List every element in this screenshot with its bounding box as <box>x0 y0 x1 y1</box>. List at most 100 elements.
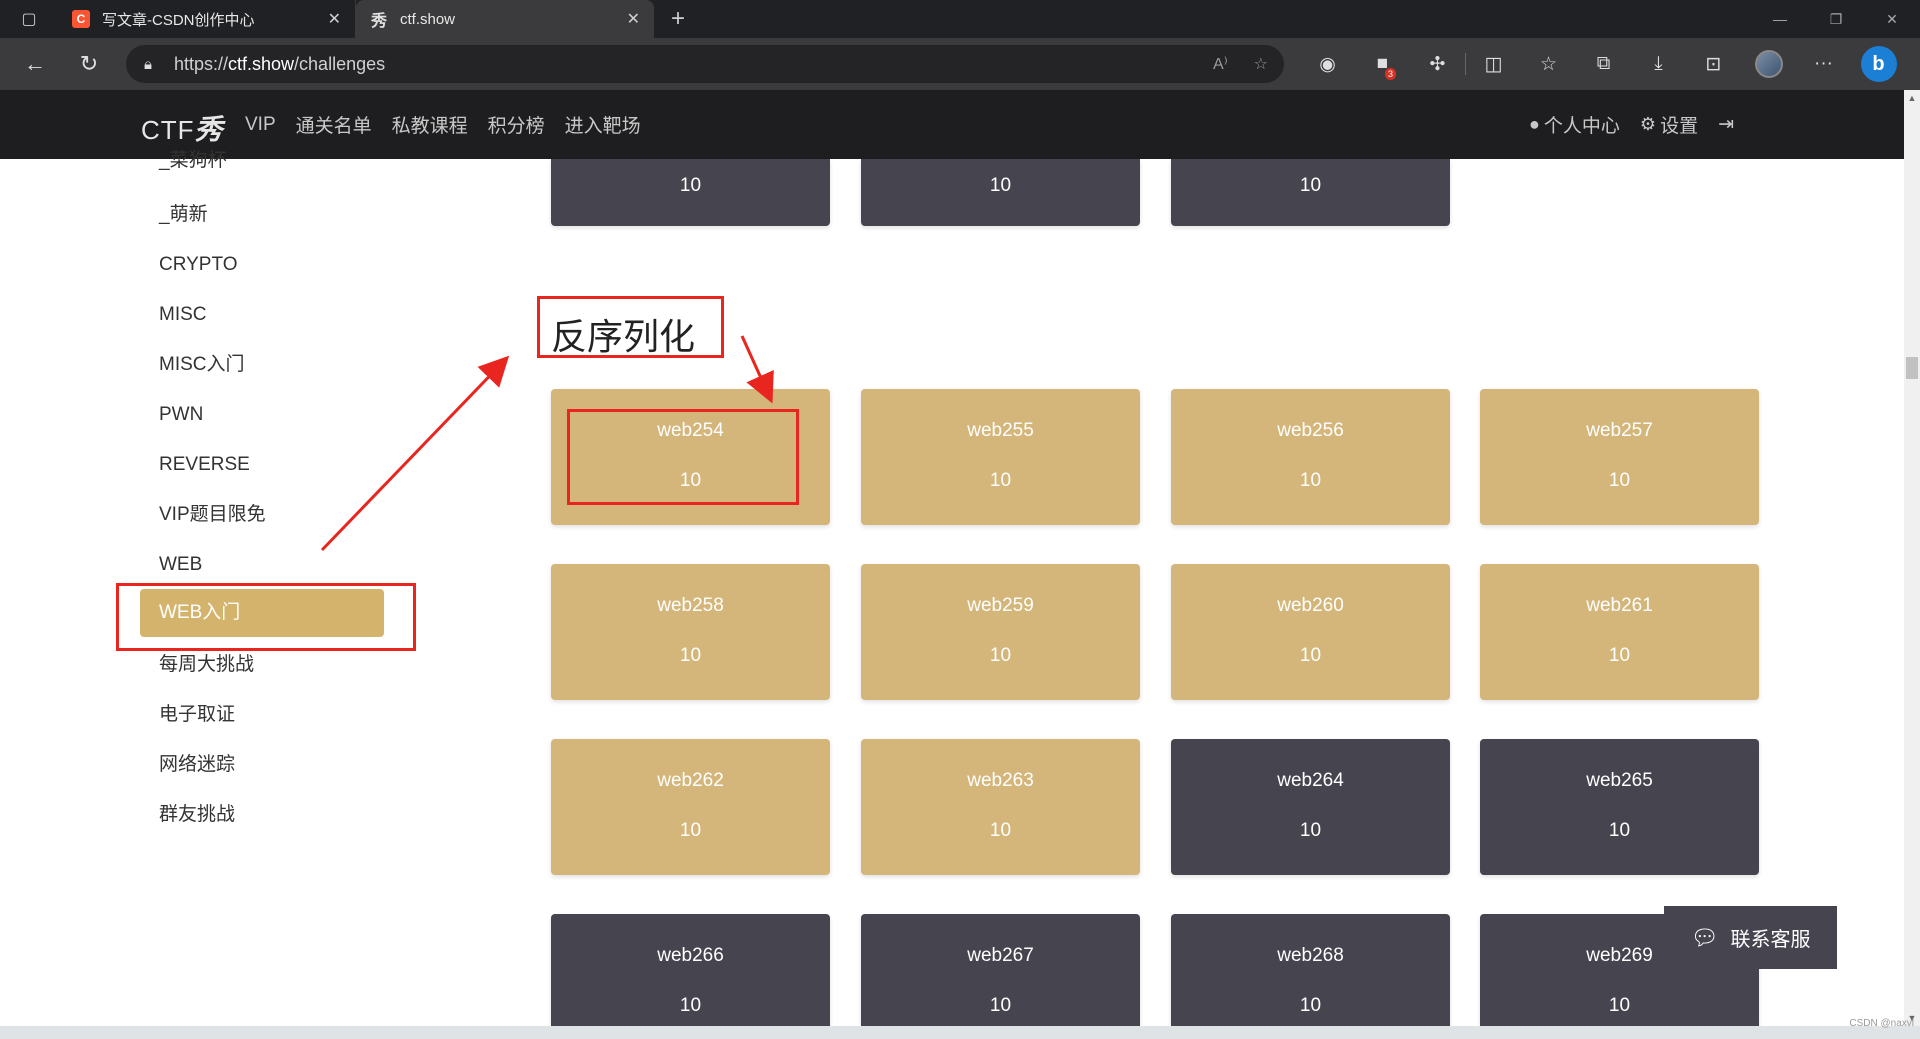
page-scrollbar[interactable]: ▲ ▼ <box>1904 90 1920 1026</box>
nav-vip[interactable]: VIP <box>245 114 276 136</box>
sidebar-item[interactable]: _萌新 <box>159 200 208 230</box>
challenge-card[interactable]: web256 10 <box>1171 389 1450 525</box>
sidebar-item[interactable]: PWN <box>159 400 203 430</box>
sidebar-item[interactable]: MISC <box>159 300 207 330</box>
challenge-card[interactable]: 10 <box>1171 159 1450 226</box>
sidebar-item[interactable]: 网络迷踪 <box>159 750 235 780</box>
ctfshow-favicon-icon: 秀 <box>370 13 387 30</box>
profile-avatar[interactable] <box>1741 38 1796 90</box>
card-points: 10 <box>679 820 702 841</box>
nav-settings[interactable]: ⚙ 设置 <box>1640 111 1698 138</box>
math-solver-icon[interactable]: ⊡ <box>1686 38 1741 90</box>
close-icon[interactable]: ✕ <box>328 9 341 29</box>
collections-icon[interactable]: ⧉ <box>1576 38 1631 90</box>
extension-badge-icon[interactable]: ■ 3 <box>1355 38 1410 90</box>
nav-scoreboard[interactable]: 积分榜 <box>488 111 545 138</box>
card-name: web264 <box>1277 770 1344 791</box>
card-name: web259 <box>967 595 1034 616</box>
card-name: web260 <box>1277 595 1344 616</box>
extension-owl-icon[interactable]: ◉ <box>1300 38 1355 90</box>
tab-actions-icon[interactable]: ▢ <box>0 0 58 38</box>
logout-icon[interactable]: ⇥ <box>1718 113 1734 136</box>
annotation-box-sidebar <box>116 583 416 651</box>
window-controls: — ❐ ✕ <box>1752 0 1920 38</box>
customer-service-button[interactable]: 💬︎ 联系客服 <box>1664 906 1837 969</box>
sidebar-item[interactable]: CRYPTO <box>159 250 238 280</box>
window-close-icon[interactable]: ✕ <box>1864 0 1920 38</box>
favorite-add-icon[interactable]: ☆ <box>1254 54 1268 74</box>
card-name: web255 <box>967 420 1034 441</box>
card-points: 10 <box>989 175 1012 196</box>
challenge-card[interactable]: web263 10 <box>861 739 1140 875</box>
site-logo[interactable]: CTF秀 <box>141 108 224 148</box>
nav-enter-range[interactable]: 进入靶场 <box>565 111 641 138</box>
nav-private-course[interactable]: 私教课程 <box>392 111 468 138</box>
sidebar-item[interactable]: 电子取证 <box>159 700 235 730</box>
user-icon: ● <box>1529 114 1540 134</box>
challenge-card[interactable]: web265 10 <box>1480 739 1759 875</box>
minimize-icon[interactable]: — <box>1752 0 1808 38</box>
tab-title: ctf.show <box>400 10 456 28</box>
tab-title: 写文章-CSDN创作中心 <box>102 11 255 29</box>
nav-pass-list[interactable]: 通关名单 <box>296 111 372 138</box>
challenge-card[interactable]: web259 10 <box>861 564 1140 700</box>
bing-chat-icon[interactable]: b <box>1851 38 1906 90</box>
sidebar-item[interactable]: 群友挑战 <box>159 800 235 830</box>
extensions-icon[interactable]: ✣ <box>1410 38 1465 90</box>
sidebar-item[interactable]: REVERSE <box>159 450 250 480</box>
challenge-card[interactable]: web258 10 <box>551 564 830 700</box>
challenge-card[interactable]: 10 <box>861 159 1140 226</box>
gear-icon: ⚙ <box>1639 114 1657 134</box>
card-points: 10 <box>989 470 1012 491</box>
split-screen-icon[interactable]: ◫ <box>1466 38 1521 90</box>
csdn-favicon-icon: C <box>72 10 90 28</box>
challenge-card[interactable]: web257 10 <box>1480 389 1759 525</box>
sidebar-item[interactable]: MISC入门 <box>159 350 245 380</box>
card-points: 10 <box>989 820 1012 841</box>
sidebar-item[interactable]: 每周大挑战 <box>159 650 254 680</box>
challenge-card[interactable]: web260 10 <box>1171 564 1450 700</box>
refresh-icon[interactable]: ↻ <box>62 38 116 90</box>
card-points: 10 <box>1608 820 1631 841</box>
challenge-card[interactable]: web268 10 <box>1171 914 1450 1026</box>
challenge-card[interactable]: web267 10 <box>861 914 1140 1026</box>
challenge-card[interactable]: web255 10 <box>861 389 1140 525</box>
downloads-icon[interactable]: ⤓ <box>1631 38 1686 90</box>
card-name: web266 <box>657 945 724 966</box>
close-icon[interactable]: ✕ <box>627 9 640 29</box>
scroll-up-icon[interactable]: ▲ <box>1904 90 1920 106</box>
sidebar-item[interactable]: VIP题目限免 <box>159 500 266 530</box>
browser-tab-csdn[interactable]: C 写文章-CSDN创作中心 ✕ <box>58 0 356 38</box>
status-strip <box>0 1026 1920 1039</box>
chat-icon: 💬︎ <box>1690 924 1719 950</box>
new-tab-button[interactable]: + <box>654 0 702 38</box>
browser-tab-ctfshow[interactable]: 秀 ctf.show ✕ <box>356 0 654 38</box>
read-aloud-icon[interactable]: A⁾ <box>1213 54 1228 74</box>
card-points: 10 <box>679 175 702 196</box>
challenge-card[interactable]: web262 10 <box>551 739 830 875</box>
challenge-card[interactable]: web266 10 <box>551 914 830 1026</box>
challenge-card[interactable]: web264 10 <box>1171 739 1450 875</box>
challenge-card[interactable]: 10 <box>551 159 830 226</box>
card-points: 10 <box>1299 470 1322 491</box>
card-points: 10 <box>1299 645 1322 666</box>
scroll-thumb[interactable] <box>1906 357 1918 379</box>
nav-user-center[interactable]: ● 个人中心 <box>1529 111 1620 138</box>
card-points: 10 <box>1608 470 1631 491</box>
favorites-icon[interactable]: ☆ <box>1521 38 1576 90</box>
card-name: web263 <box>967 770 1034 791</box>
card-points: 10 <box>1299 995 1322 1016</box>
extension-count-badge: 3 <box>1384 68 1396 80</box>
back-icon[interactable]: ← <box>8 38 62 90</box>
address-bar[interactable]: 🔒︎ https://ctf.show/challenges A⁾ ☆ <box>126 45 1284 83</box>
card-name: web262 <box>657 770 724 791</box>
lock-icon[interactable]: 🔒︎ <box>144 56 152 73</box>
customer-service-label: 联系客服 <box>1730 929 1811 951</box>
restore-icon[interactable]: ❐ <box>1808 0 1864 38</box>
card-name: web267 <box>967 945 1034 966</box>
challenge-card[interactable]: web261 10 <box>1480 564 1759 700</box>
sidebar-item[interactable]: WEB <box>159 550 202 580</box>
more-options-icon[interactable]: ··· <box>1796 38 1851 90</box>
card-name: web258 <box>657 595 724 616</box>
sidebar-item[interactable]: _菜狗杯 <box>159 146 227 176</box>
